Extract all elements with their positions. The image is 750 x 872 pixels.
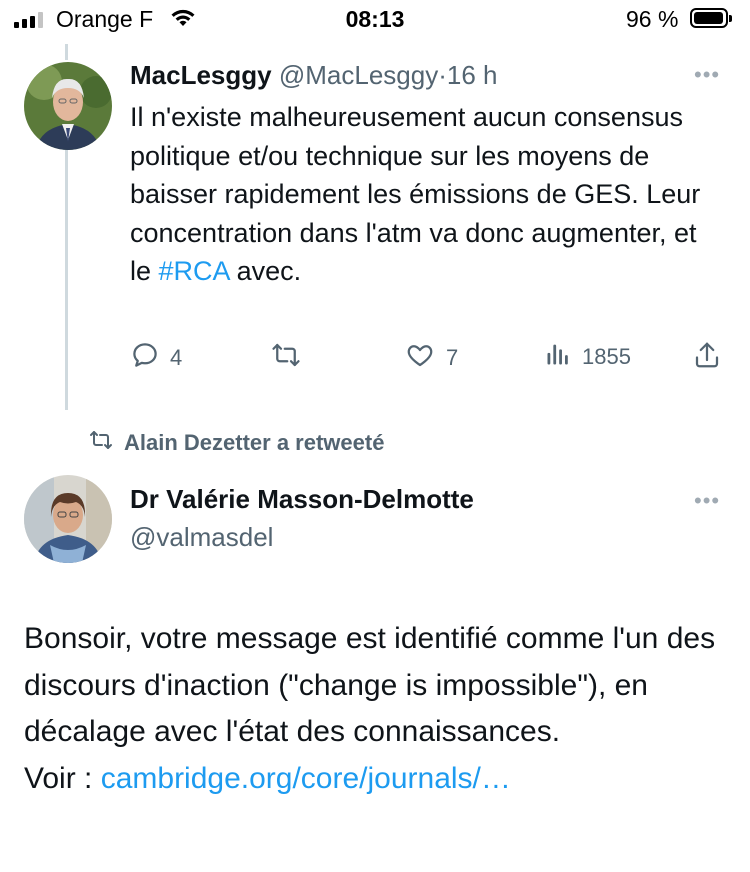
tweet1-more-icon[interactable]: ••• [694,62,720,88]
cambridge-link[interactable]: cambridge.org/core/journals/… [101,762,511,795]
tweet2-author-handle[interactable]: @valmasdel [130,522,273,553]
battery-percentage: 96 % [626,6,679,32]
like-button[interactable]: 7 [404,340,458,376]
hashtag-link[interactable]: #RCA [159,256,230,286]
share-button[interactable] [692,340,722,376]
tweet1-author-name[interactable]: MacLesggy [130,60,272,90]
thread-connector-top [65,44,68,60]
reply-count: 4 [170,345,183,370]
retweet-icon [270,340,302,376]
views-button[interactable]: 1855 [544,340,631,374]
tweet2-text-main: Bonsoir, votre message est identifié com… [24,622,716,748]
views-icon [544,340,572,374]
tweet2-text: Bonsoir, votre message est identifié com… [24,616,724,802]
thread-connector [65,150,68,410]
heart-icon [404,340,436,376]
retweet-small-icon [88,428,114,458]
tweet1-author-handle[interactable]: @MacLesggy [279,60,438,90]
tweet2-author-name[interactable]: Dr Valérie Masson-Delmotte [130,484,474,515]
like-count: 7 [446,345,459,370]
battery-icon [690,8,732,28]
tweet2-more-icon[interactable]: ••• [694,488,720,514]
tweet1-text-end: avec. [229,256,302,287]
status-bar: Orange F 08:13 96 % [0,0,750,44]
tweet1-separator: · [438,60,447,90]
reply-button[interactable]: 4 [130,340,182,376]
tweet1-text: Il n'existe malheureusement aucun consen… [130,98,720,291]
share-icon [692,340,722,376]
avatar-valmasdel[interactable] [24,475,112,563]
tweet1-actions: 4 7 1855 [130,340,730,380]
tweet2-link-line: Voir : cambridge.org/core/journals/… [24,756,724,803]
retweet-button[interactable] [270,340,302,376]
retweet-label-text: Alain Dezetter a retweeté [124,430,385,455]
avatar-maclesggy[interactable] [24,62,112,150]
tweet1-header: MacLesggy @MacLesggy·16 h [130,60,497,91]
views-count: 1855 [582,344,631,369]
tweet1-timestamp[interactable]: 16 h [447,60,498,90]
tweet2-link-prefix: Voir : [24,761,101,795]
reply-icon [130,340,160,376]
retweet-indicator[interactable]: Alain Dezetter a retweeté [88,428,384,458]
